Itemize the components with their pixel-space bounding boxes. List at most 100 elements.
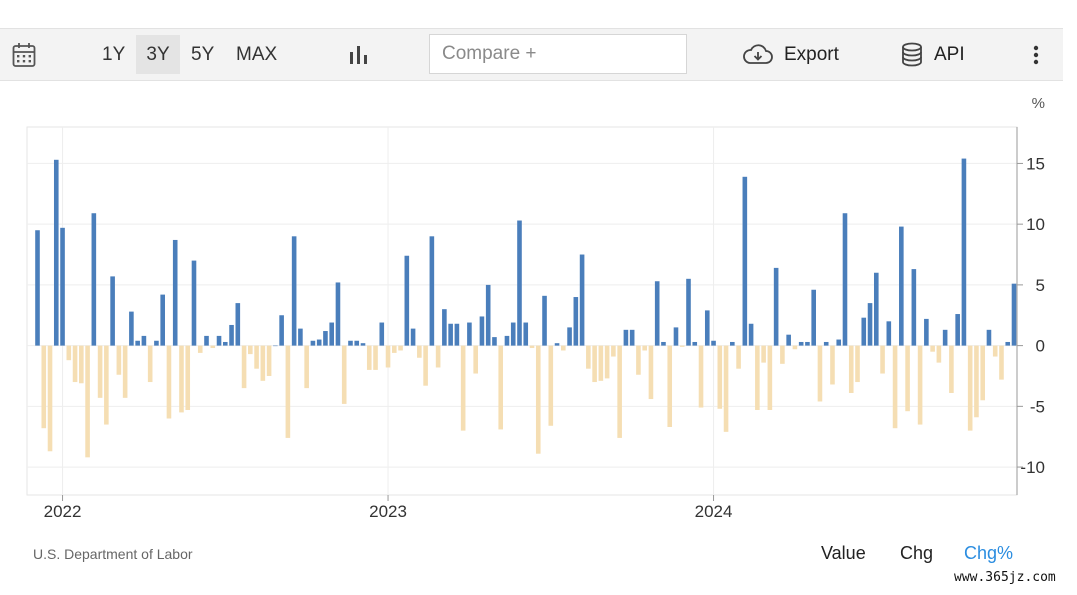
bar-84[interactable] bbox=[561, 345, 566, 351]
bar-55[interactable] bbox=[379, 322, 385, 346]
api-button[interactable]: API bbox=[900, 29, 965, 80]
bar-146[interactable] bbox=[949, 345, 954, 393]
bar-133[interactable] bbox=[867, 303, 873, 346]
bar-118[interactable] bbox=[773, 267, 779, 346]
bar-129[interactable] bbox=[842, 213, 848, 346]
bar-82[interactable] bbox=[548, 345, 554, 426]
bar-32[interactable] bbox=[235, 303, 241, 346]
bar-115[interactable] bbox=[755, 345, 760, 410]
mode-value-button[interactable]: Value bbox=[821, 543, 866, 564]
bar-13[interactable] bbox=[116, 345, 122, 375]
bar-39[interactable] bbox=[279, 315, 284, 346]
bar-37[interactable] bbox=[266, 345, 272, 376]
bar-105[interactable] bbox=[692, 341, 698, 346]
bar-111[interactable] bbox=[730, 341, 735, 346]
bar-0[interactable] bbox=[35, 230, 40, 346]
bar-89[interactable] bbox=[592, 345, 597, 383]
bar-66[interactable] bbox=[448, 323, 453, 346]
bar-137[interactable] bbox=[892, 345, 898, 429]
bar-21[interactable] bbox=[166, 345, 172, 419]
mode-chg-button[interactable]: Chg bbox=[900, 543, 933, 564]
bar-125[interactable] bbox=[817, 345, 823, 402]
bar-145[interactable] bbox=[942, 329, 948, 346]
bar-15[interactable] bbox=[129, 311, 134, 346]
bar-119[interactable] bbox=[780, 345, 785, 364]
bar-54[interactable] bbox=[373, 345, 378, 370]
bar-135[interactable] bbox=[880, 345, 885, 374]
bar-101[interactable] bbox=[667, 345, 673, 427]
bar-53[interactable] bbox=[366, 345, 372, 370]
bar-93[interactable] bbox=[617, 345, 622, 438]
mode-chg-percent-button[interactable]: Chg% bbox=[964, 543, 1013, 564]
bar-29[interactable] bbox=[216, 335, 222, 346]
bar-106[interactable] bbox=[698, 345, 704, 408]
bar-17[interactable] bbox=[141, 335, 147, 346]
bar-150[interactable] bbox=[974, 345, 979, 418]
bar-27[interactable] bbox=[204, 335, 209, 346]
bar-73[interactable] bbox=[492, 337, 497, 346]
calendar-icon[interactable] bbox=[12, 29, 36, 80]
bar-35[interactable] bbox=[254, 345, 259, 369]
bar-49[interactable] bbox=[341, 345, 347, 404]
bar-38[interactable] bbox=[273, 345, 278, 347]
bar-122[interactable] bbox=[798, 341, 804, 346]
bar-141[interactable] bbox=[917, 345, 923, 425]
bar-11[interactable] bbox=[104, 345, 109, 425]
bar-124[interactable] bbox=[811, 289, 816, 346]
bar-19[interactable] bbox=[154, 340, 159, 346]
bar-92[interactable] bbox=[611, 345, 616, 357]
bar-140[interactable] bbox=[911, 269, 917, 346]
bar-28[interactable] bbox=[210, 345, 216, 349]
bar-112[interactable] bbox=[736, 345, 741, 369]
bar-46[interactable] bbox=[323, 331, 328, 346]
bar-149[interactable] bbox=[967, 345, 973, 431]
bar-156[interactable] bbox=[1011, 283, 1017, 346]
bar-102[interactable] bbox=[673, 327, 679, 346]
bar-98[interactable] bbox=[648, 345, 654, 400]
bar-128[interactable] bbox=[836, 339, 842, 346]
more-menu-icon[interactable] bbox=[1032, 29, 1040, 80]
bar-108[interactable] bbox=[711, 340, 716, 346]
bar-60[interactable] bbox=[410, 328, 416, 346]
bar-75[interactable] bbox=[504, 335, 510, 346]
bar-67[interactable] bbox=[454, 323, 460, 346]
bar-31[interactable] bbox=[229, 324, 234, 346]
bar-113[interactable] bbox=[742, 176, 748, 346]
bar-95[interactable] bbox=[629, 329, 635, 346]
bar-25[interactable] bbox=[191, 260, 197, 346]
range-max-button[interactable]: MAX bbox=[230, 35, 283, 74]
bar-33[interactable] bbox=[241, 345, 247, 389]
bar-1[interactable] bbox=[41, 345, 47, 429]
bar-30[interactable] bbox=[222, 341, 228, 346]
bar-103[interactable] bbox=[679, 345, 685, 347]
bar-8[interactable] bbox=[85, 345, 90, 458]
range-1y-button[interactable]: 1Y bbox=[96, 35, 131, 74]
bar-74[interactable] bbox=[498, 345, 504, 430]
export-button[interactable]: Export bbox=[742, 29, 839, 80]
bar-16[interactable] bbox=[135, 340, 140, 346]
bar-142[interactable] bbox=[924, 318, 929, 346]
bar-117[interactable] bbox=[767, 345, 773, 410]
compare-input[interactable]: Compare + bbox=[429, 34, 687, 74]
bar-78[interactable] bbox=[523, 322, 529, 346]
bar-120[interactable] bbox=[786, 334, 791, 346]
bar-104[interactable] bbox=[686, 278, 691, 346]
bar-87[interactable] bbox=[579, 254, 585, 346]
bar-57[interactable] bbox=[391, 345, 397, 353]
bar-155[interactable] bbox=[1005, 341, 1011, 346]
bar-97[interactable] bbox=[642, 345, 647, 351]
bar-58[interactable] bbox=[398, 345, 403, 351]
bar-123[interactable] bbox=[805, 341, 810, 346]
bar-12[interactable] bbox=[110, 276, 115, 346]
bar-4[interactable] bbox=[60, 227, 65, 346]
bar-99[interactable] bbox=[654, 281, 660, 346]
bar-94[interactable] bbox=[623, 329, 629, 346]
bar-14[interactable] bbox=[122, 345, 128, 398]
bar-153[interactable] bbox=[992, 345, 998, 357]
bar-139[interactable] bbox=[905, 345, 910, 412]
bar-110[interactable] bbox=[723, 345, 729, 432]
bar-96[interactable] bbox=[636, 345, 641, 375]
bar-88[interactable] bbox=[586, 345, 591, 369]
bar-40[interactable] bbox=[285, 345, 291, 438]
bar-44[interactable] bbox=[310, 340, 316, 346]
